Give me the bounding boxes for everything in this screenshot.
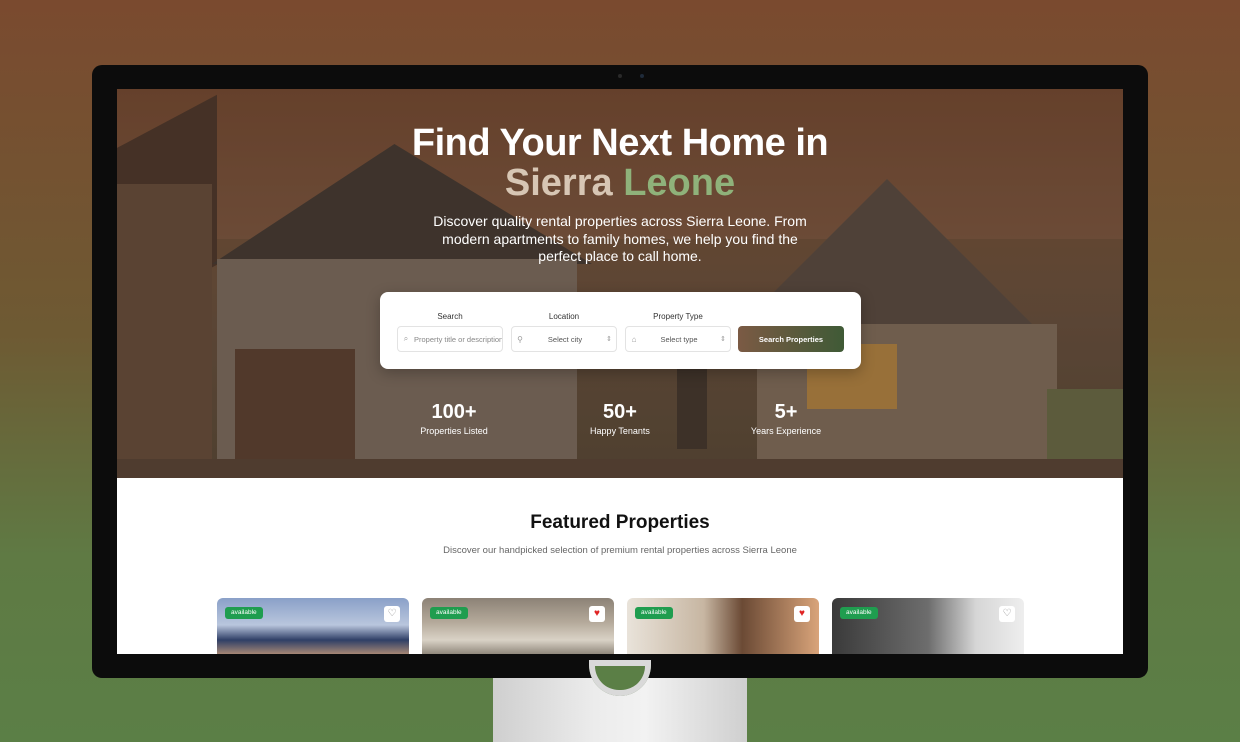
hero-section: Find Your Next Home in Sierra Leone Disc…	[117, 89, 1123, 478]
property-card[interactable]: available ♥	[627, 598, 819, 654]
property-type-label: Property Type	[653, 312, 703, 321]
location-label: Location	[548, 312, 580, 321]
heart-icon[interactable]: ♥	[589, 606, 605, 622]
search-icon: ⌕	[403, 334, 409, 343]
map-pin-icon: ⚲	[517, 334, 523, 344]
property-type-value: Select type	[660, 334, 698, 344]
stat-value: 50+	[603, 401, 637, 423]
property-card[interactable]: available ♥	[422, 598, 614, 654]
property-type-select[interactable]: ⌂ Select type ⇕	[625, 326, 731, 352]
stat-label: Happy Tenants	[590, 426, 650, 436]
chevron-updown-icon: ⇕	[606, 336, 612, 343]
stat-value: 100+	[431, 401, 477, 423]
stat-label: Properties Listed	[420, 426, 488, 436]
hero-title-word-leone: Leone	[623, 162, 736, 204]
search-panel: Search ⌕ Property title or description L…	[380, 292, 861, 369]
search-properties-button[interactable]: Search Properties	[738, 326, 844, 352]
property-card[interactable]: available ♡	[217, 598, 409, 654]
home-icon: ⌂	[631, 334, 637, 344]
featured-title: Featured Properties	[530, 512, 710, 533]
camera-dot	[618, 74, 622, 78]
stat-tenants: 50+ Happy Tenants	[560, 401, 680, 436]
stat-value: 5+	[774, 401, 798, 423]
status-badge: available	[225, 607, 263, 619]
chevron-updown-icon: ⇕	[720, 336, 726, 343]
heart-icon[interactable]: ♡	[384, 606, 400, 622]
featured-description: Discover our handpicked selection of pre…	[443, 545, 797, 556]
status-badge: available	[635, 607, 673, 619]
search-label: Search	[437, 312, 463, 321]
stat-label: Years Experience	[750, 426, 822, 436]
search-input[interactable]: ⌕ Property title or description	[397, 326, 503, 352]
status-badge: available	[840, 607, 878, 619]
location-value: Select city	[547, 334, 583, 344]
location-select[interactable]: ⚲ Select city ⇕	[511, 326, 617, 352]
search-placeholder: Property title or description	[414, 334, 502, 344]
hero-title-highlight: Sierra Leone	[117, 163, 1123, 203]
screen: Find Your Next Home in Sierra Leone Disc…	[117, 89, 1123, 654]
hero-description: Discover quality rental properties acros…	[433, 213, 807, 264]
hero-title-word-sierra: Sierra	[504, 162, 613, 204]
heart-icon[interactable]: ♡	[999, 606, 1015, 622]
property-card[interactable]: available ♡	[832, 598, 1024, 654]
heart-icon[interactable]: ♥	[794, 606, 810, 622]
camera-lens	[640, 74, 644, 78]
hero-title: Find Your Next Home in	[411, 122, 829, 164]
stat-properties: 100+ Properties Listed	[394, 401, 514, 436]
status-badge: available	[430, 607, 468, 619]
stat-experience: 5+ Years Experience	[726, 401, 846, 436]
